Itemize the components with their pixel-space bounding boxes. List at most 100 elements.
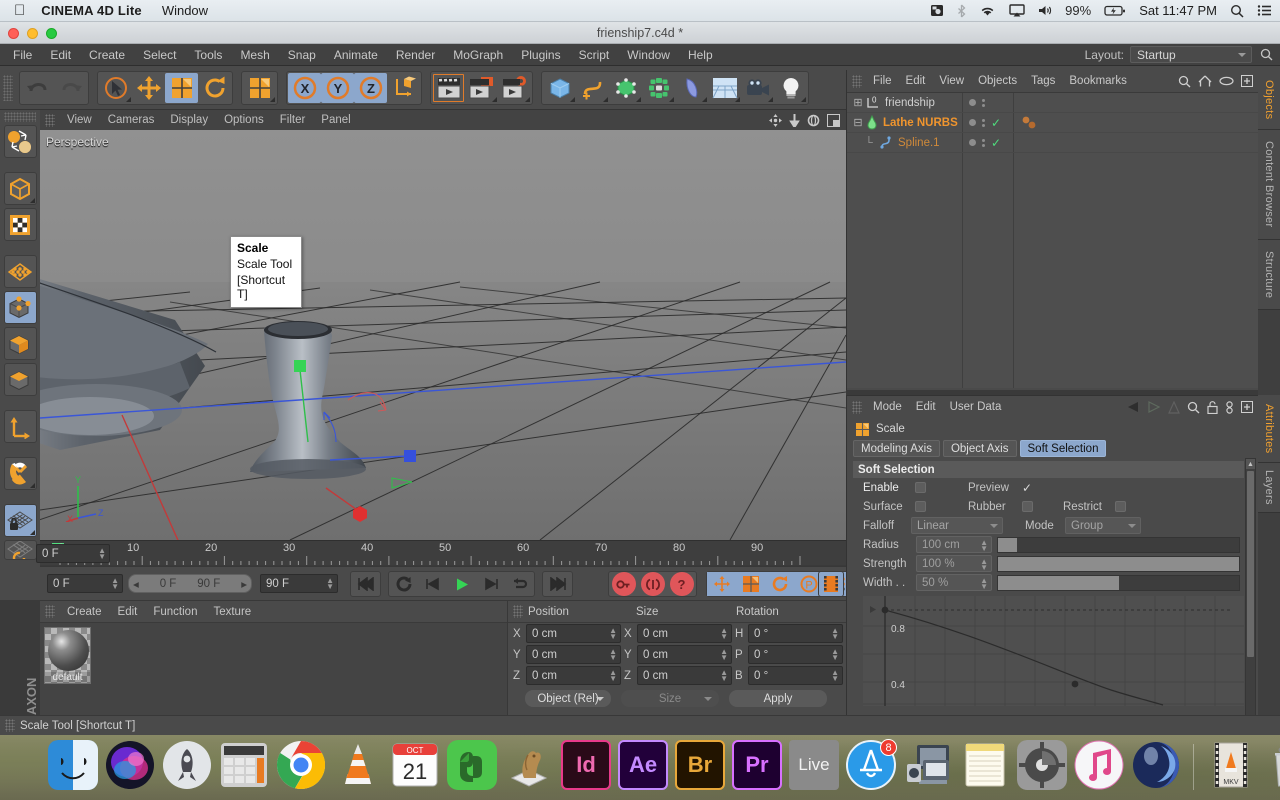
object-menu-file[interactable]: File	[866, 75, 899, 87]
step-forward-button[interactable]	[476, 572, 505, 596]
dock-item-ableton-live[interactable]: Live	[789, 740, 839, 790]
spinner-icon[interactable]: ▲ ▼	[720, 627, 728, 641]
edges-mode-button[interactable]	[3, 291, 37, 324]
c4d-menu-help[interactable]: Help	[679, 44, 722, 66]
viewport-menu-panel[interactable]: Panel	[313, 114, 358, 126]
attributes-menu-edit[interactable]: Edit	[909, 401, 943, 413]
rotation-b-field[interactable]: 0 ° ▲ ▼	[748, 666, 843, 685]
size-x-field[interactable]: 0 cm ▲ ▼	[637, 624, 732, 643]
width-field[interactable]: 50 % ▲ ▼	[916, 574, 992, 591]
dock-item-evernote[interactable]	[447, 740, 497, 790]
points-mode-button[interactable]	[3, 255, 37, 288]
dock-item-siri[interactable]	[105, 740, 155, 790]
toolbar-grip[interactable]	[3, 75, 13, 101]
viewport-menu-filter[interactable]: Filter	[272, 114, 314, 126]
dock-item-calculator[interactable]	[219, 740, 269, 790]
visibility-dot-icon[interactable]	[969, 119, 976, 126]
dock-item-google-chrome[interactable]	[276, 740, 326, 790]
radius-field[interactable]: 100 cm ▲ ▼	[916, 536, 992, 553]
object-tags[interactable]	[1021, 116, 1043, 133]
position-key-button[interactable]	[707, 572, 736, 596]
workplane-lock-button[interactable]	[3, 504, 37, 537]
bluetooth-icon[interactable]	[957, 4, 966, 18]
redo-button[interactable]	[54, 73, 87, 103]
dolly-viewport-icon[interactable]	[789, 113, 800, 127]
material-list[interactable]: default	[40, 623, 507, 715]
spinner-icon[interactable]: ▲ ▼	[980, 558, 988, 572]
go-to-end-button[interactable]	[543, 572, 572, 596]
tab-modeling-axis[interactable]: Modeling Axis	[853, 440, 940, 457]
polygon-select-mode-button[interactable]	[3, 363, 37, 396]
add-bend-deformer-button[interactable]	[675, 73, 708, 103]
render-to-picture-viewer-button[interactable]	[465, 73, 498, 103]
workplane-button[interactable]	[3, 540, 37, 560]
polygons-mode-button[interactable]	[3, 327, 37, 360]
step-back-button[interactable]	[418, 572, 447, 596]
dock-item-system-preferences[interactable]	[1017, 740, 1067, 790]
add-cube-object-button[interactable]	[543, 73, 576, 103]
texture-axis-mode-button[interactable]	[3, 125, 37, 158]
autokey-button[interactable]	[638, 572, 667, 596]
go-to-start-button[interactable]	[351, 572, 380, 596]
attributes-grip[interactable]	[852, 400, 862, 414]
tab-object-axis[interactable]: Object Axis	[942, 440, 1017, 457]
scroll-up-button[interactable]: ▲	[1246, 459, 1255, 469]
spinner-icon[interactable]: ▲ ▼	[831, 648, 839, 662]
battery-icon[interactable]	[1104, 4, 1126, 17]
back-arrow-icon[interactable]	[1126, 401, 1140, 413]
scale-active-tool-button[interactable]	[243, 73, 276, 103]
side-tab-objects[interactable]: Objects	[1258, 70, 1280, 130]
play-reverse-loop-button[interactable]	[389, 572, 418, 596]
airplay-icon[interactable]	[1009, 4, 1025, 17]
add-light-object-button[interactable]	[774, 73, 807, 103]
c4d-menu-snap[interactable]: Snap	[279, 44, 325, 66]
forward-arrow-icon[interactable]	[1147, 401, 1161, 413]
visibility-dot-icon[interactable]	[969, 139, 976, 146]
object-row-spline[interactable]: └ Spline.1 ✓	[847, 133, 1258, 153]
spinner-icon[interactable]: ▲ ▼	[609, 648, 617, 662]
enabled-check-icon[interactable]: ✓	[991, 116, 1001, 130]
battery-percent[interactable]: 99%	[1065, 3, 1091, 18]
c4d-menu-edit[interactable]: Edit	[41, 44, 80, 66]
visibility-dot-icon[interactable]	[969, 99, 976, 106]
dock-item-trash[interactable]	[1263, 740, 1280, 790]
c4d-menu-mograph[interactable]: MoGraph	[444, 44, 512, 66]
attributes-menu-user-data[interactable]: User Data	[943, 401, 1009, 413]
viewport-menu-options[interactable]: Options	[216, 114, 272, 126]
home-icon[interactable]	[1198, 75, 1212, 87]
layout-select[interactable]: Startup	[1130, 46, 1252, 63]
rotate-tool-button[interactable]	[198, 73, 231, 103]
dock-item-chess[interactable]	[504, 740, 554, 790]
material-menu-texture[interactable]: Texture	[205, 606, 259, 618]
size-mode-select[interactable]: Size	[620, 689, 720, 708]
material-item[interactable]: default	[44, 627, 91, 684]
rotation-key-button[interactable]	[765, 572, 794, 596]
notification-center-icon[interactable]	[1257, 4, 1272, 17]
frame-start-field[interactable]: 0 F ▲ ▼	[47, 574, 123, 593]
surface-checkbox[interactable]	[915, 501, 926, 512]
add-camera-object-button[interactable]	[741, 73, 774, 103]
dock-item-itunes[interactable]	[1074, 740, 1124, 790]
dock-item-screen-sharing[interactable]	[903, 740, 953, 790]
c4d-menu-file[interactable]: File	[4, 44, 41, 66]
screenshot-icon[interactable]	[930, 4, 944, 17]
dock-item-after-effects[interactable]: Ae	[618, 740, 668, 790]
current-frame-field[interactable]: 0 F ▲ ▼	[36, 544, 110, 563]
add-scene-object-button[interactable]	[708, 73, 741, 103]
c4d-menu-mesh[interactable]: Mesh	[231, 44, 278, 66]
add-array-object-button[interactable]	[642, 73, 675, 103]
spinner-icon[interactable]: ▲ ▼	[980, 539, 988, 553]
scrollbar-thumb[interactable]	[1247, 471, 1254, 657]
preview-range-field[interactable]: ◂ 0 F 90 F ▸	[128, 574, 252, 593]
editor-render-dots-icon[interactable]	[982, 98, 985, 107]
magnet-tool-button[interactable]	[3, 457, 37, 490]
object-menu-objects[interactable]: Objects	[971, 75, 1024, 87]
editor-render-dots-icon[interactable]	[982, 138, 985, 147]
key-selection-button[interactable]: ?	[667, 572, 696, 596]
rotation-h-field[interactable]: 0 ° ▲ ▼	[748, 624, 843, 643]
dock-item-indesign[interactable]: Id	[561, 740, 611, 790]
undo-button[interactable]	[21, 73, 54, 103]
spinner-icon[interactable]: ▲ ▼	[326, 577, 334, 591]
c4d-menu-plugins[interactable]: Plugins	[512, 44, 569, 66]
dock-item-mkv-file[interactable]: MKV	[1206, 740, 1256, 790]
